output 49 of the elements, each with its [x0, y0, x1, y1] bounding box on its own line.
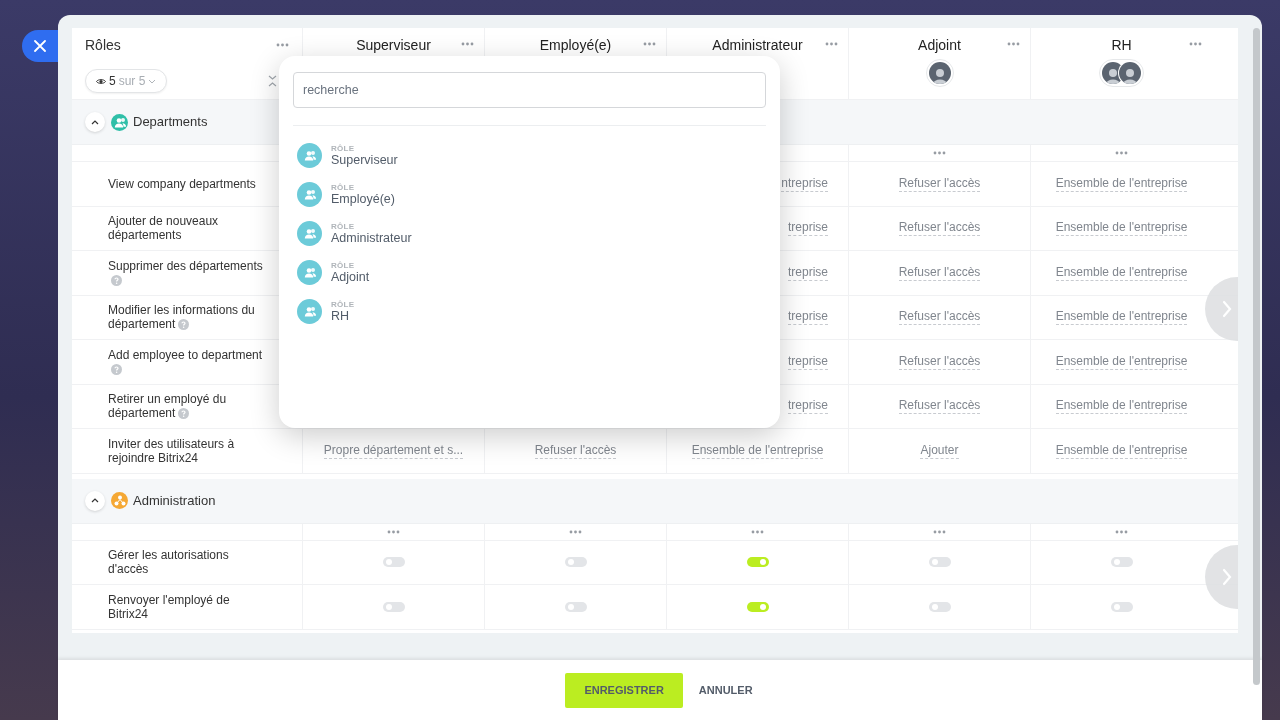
access-dropdown[interactable]: Refuser l'accès: [898, 398, 981, 415]
cancel-button[interactable]: ANNULER: [696, 672, 755, 708]
access-dropdown[interactable]: Refuser l'accès: [898, 353, 981, 370]
section-title: Departments: [133, 113, 208, 132]
access-dropdown[interactable]: treprise: [788, 309, 828, 326]
access-dropdown[interactable]: Ensemble de l'entreprise: [691, 442, 824, 459]
column-title: Employé(e): [539, 37, 612, 53]
access-dropdown[interactable]: Refuser l'accès: [898, 175, 981, 192]
access-dropdown[interactable]: Ensemble de l'entreprise: [1055, 220, 1188, 237]
access-dropdown[interactable]: Ensemble de l'entreprise: [1055, 442, 1188, 459]
access-dropdown[interactable]: treprise: [788, 264, 828, 281]
permission-label: Ajouter de nouveaux départements: [108, 214, 220, 243]
permission-label: Renvoyer l'employé de Bitrix24: [108, 592, 231, 621]
access-dropdown[interactable]: Ensemble de l'entreprise: [1055, 309, 1188, 326]
search-field[interactable]: recherche: [293, 72, 766, 108]
column-title: Administrateur: [712, 37, 803, 53]
access-dropdown[interactable]: Ensemble de l'entreprise: [1055, 175, 1188, 192]
permission-label: Supprimer des départements: [108, 258, 270, 287]
filter-button[interactable]: 5 sur 5: [85, 69, 168, 93]
role-option[interactable]: RÔLE Superviseur: [293, 136, 766, 175]
role-option[interactable]: RÔLE RH: [293, 292, 766, 331]
access-dropdown[interactable]: Refuser l'accès: [898, 220, 981, 237]
column-title: Rôles: [85, 35, 121, 55]
access-dropdown[interactable]: Refuser l'accès: [534, 442, 617, 459]
access-dropdown[interactable]: Ensemble de l'entreprise: [1055, 398, 1188, 415]
role-option[interactable]: RÔLE Administrateur: [293, 214, 766, 253]
permission-label: View company departments: [108, 176, 257, 191]
access-dropdown[interactable]: treprise: [788, 220, 828, 237]
role-option[interactable]: RÔLE Employé(e): [293, 175, 766, 214]
access-dropdown[interactable]: Propre département et s...: [323, 442, 464, 459]
access-dropdown[interactable]: Ajouter: [920, 442, 959, 459]
access-dropdown[interactable]: ntreprise: [781, 175, 828, 192]
permission-label: Inviter des utilisateurs à rejoindre Bitrix24: [108, 436, 236, 465]
access-dropdown[interactable]: treprise: [788, 398, 828, 415]
access-dropdown[interactable]: Refuser l'accès: [898, 309, 981, 326]
access-dropdown[interactable]: Ensemble de l'entreprise: [1055, 353, 1188, 370]
permission-label: Retirer un employé du département: [108, 392, 228, 421]
save-button[interactable]: ENREGISTRER: [565, 672, 683, 708]
permission-label: Add employee to department: [108, 347, 270, 376]
access-dropdown[interactable]: Refuser l'accès: [898, 264, 981, 281]
column-title: Adjoint: [918, 37, 961, 53]
role-option[interactable]: RÔLE Adjoint: [293, 253, 766, 292]
section-title: Administration: [133, 491, 216, 510]
column-title: Superviseur: [356, 37, 431, 53]
permission-label: Modifier les informations du département: [108, 303, 256, 332]
column-title: RH: [1111, 37, 1132, 53]
access-dropdown[interactable]: treprise: [788, 353, 828, 370]
permission-label: Gérer les autorisations d'accès: [108, 548, 230, 577]
access-dropdown[interactable]: Ensemble de l'entreprise: [1055, 264, 1188, 281]
